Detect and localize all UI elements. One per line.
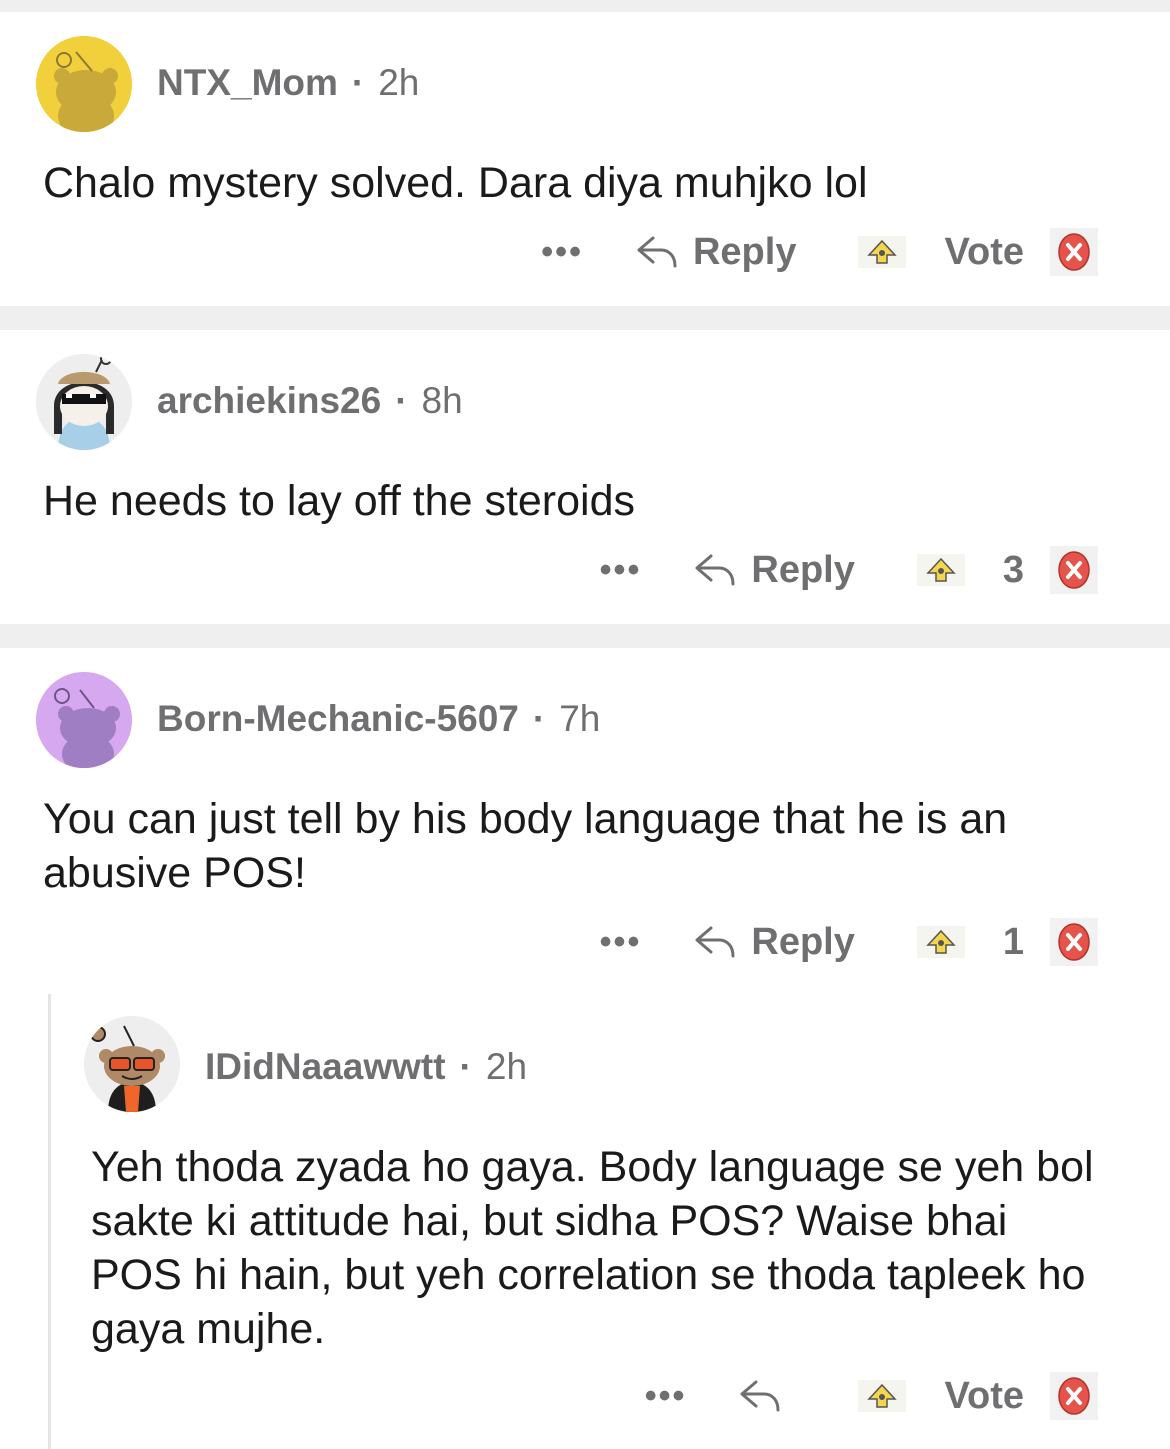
reply-button[interactable]: Reply: [693, 548, 855, 592]
upvote-icon: [867, 1383, 898, 1408]
snoo-avatar-icon: [36, 672, 132, 768]
downvote-icon: [1058, 1377, 1090, 1415]
username[interactable]: NTX_Mom: [157, 62, 338, 103]
reply-arrow-icon: [637, 236, 677, 268]
timestamp: 2h: [378, 62, 420, 103]
comment: Born-Mechanic-5607 · 7h You can just tell …: [0, 648, 1170, 1449]
comment-text: Chalo mystery solved. Dara diya muhjko l…: [43, 159, 868, 207]
more-icon[interactable]: •••: [645, 1377, 687, 1416]
username[interactable]: archiekins26: [157, 380, 381, 421]
more-icon[interactable]: •••: [600, 551, 642, 590]
reply-button[interactable]: Reply: [693, 920, 855, 964]
nested-comment: IDidNaaawwtt · 2h Yeh thoda zyada ho gaya.…: [0, 1000, 1170, 1449]
upvote-icon: [926, 929, 956, 954]
timestamp: 2h: [485, 1046, 528, 1087]
downvote-button[interactable]: [1050, 228, 1098, 276]
vote-count: Vote: [944, 1374, 1024, 1417]
separator: [0, 306, 1170, 330]
comment-meta: NTX_Mom · 2h: [157, 62, 419, 104]
upvote-icon: [926, 557, 956, 582]
reply-arrow-icon: [695, 926, 735, 958]
comment-text: You can just tell by his body language t…: [43, 795, 1008, 897]
comment-actions: ••• Vote: [645, 1370, 1098, 1422]
avatar[interactable]: [36, 354, 132, 450]
more-icon[interactable]: •••: [541, 233, 583, 272]
downvote-button[interactable]: [1050, 546, 1098, 594]
reply-label: Reply: [751, 920, 855, 963]
comment: archiekins26 · 8h He needs to lay off the …: [0, 330, 1170, 624]
avatar[interactable]: [36, 672, 132, 768]
comment-text: Yeh thoda zyada ho gaya. Body language s…: [91, 1143, 1094, 1353]
vote-count: Vote: [944, 230, 1024, 273]
username[interactable]: Born-Mechanic-5607: [157, 698, 519, 739]
downvote-button[interactable]: [1050, 1372, 1098, 1420]
comment-meta: Born-Mechanic-5607 · 7h: [157, 698, 600, 740]
avatar[interactable]: [84, 1016, 180, 1112]
username[interactable]: IDidNaaawwtt: [205, 1046, 446, 1087]
upvote-button[interactable]: [858, 1380, 907, 1412]
meta-dot: ·: [459, 1046, 472, 1087]
snoo-avatar-icon: [84, 1016, 180, 1112]
timestamp: 7h: [559, 698, 601, 739]
reply-arrow-icon: [740, 1380, 780, 1412]
more-icon[interactable]: •••: [600, 923, 642, 962]
reply-button[interactable]: [738, 1376, 796, 1416]
downvote-icon: [1058, 923, 1090, 961]
meta-dot: ·: [351, 62, 365, 103]
comment: NTX_Mom · 2h Chalo mystery solved. Dara di…: [0, 0, 1170, 306]
meta-dot: ·: [532, 698, 546, 739]
comment-text: He needs to lay off the steroids: [43, 477, 636, 525]
reply-arrow-icon: [695, 554, 735, 586]
vote-count: 1: [1002, 920, 1024, 963]
comment-actions: ••• Reply Vote: [541, 226, 1098, 278]
comment-actions: ••• Reply 3: [600, 544, 1098, 596]
snoo-avatar-icon: [36, 36, 132, 132]
upvote-icon: [867, 239, 898, 264]
snoo-avatar-icon: [36, 354, 132, 450]
vote-count: 3: [1002, 548, 1024, 591]
downvote-button[interactable]: [1050, 918, 1098, 966]
upvote-button[interactable]: [858, 236, 907, 268]
comment-actions: ••• Reply 1: [600, 916, 1098, 968]
timestamp: 8h: [421, 380, 463, 421]
upvote-button[interactable]: [916, 554, 965, 586]
upvote-button[interactable]: [916, 926, 965, 958]
comment-meta: IDidNaaawwtt · 2h: [205, 1046, 527, 1088]
meta-dot: ·: [395, 380, 408, 421]
reply-label: Reply: [692, 230, 797, 273]
downvote-icon: [1058, 233, 1090, 271]
reply-label: Reply: [751, 548, 855, 591]
reply-button[interactable]: Reply: [635, 231, 796, 274]
separator: [0, 624, 1170, 648]
avatar[interactable]: [36, 36, 132, 132]
comment-meta: archiekins26 · 8h: [157, 380, 463, 422]
downvote-icon: [1058, 551, 1090, 589]
